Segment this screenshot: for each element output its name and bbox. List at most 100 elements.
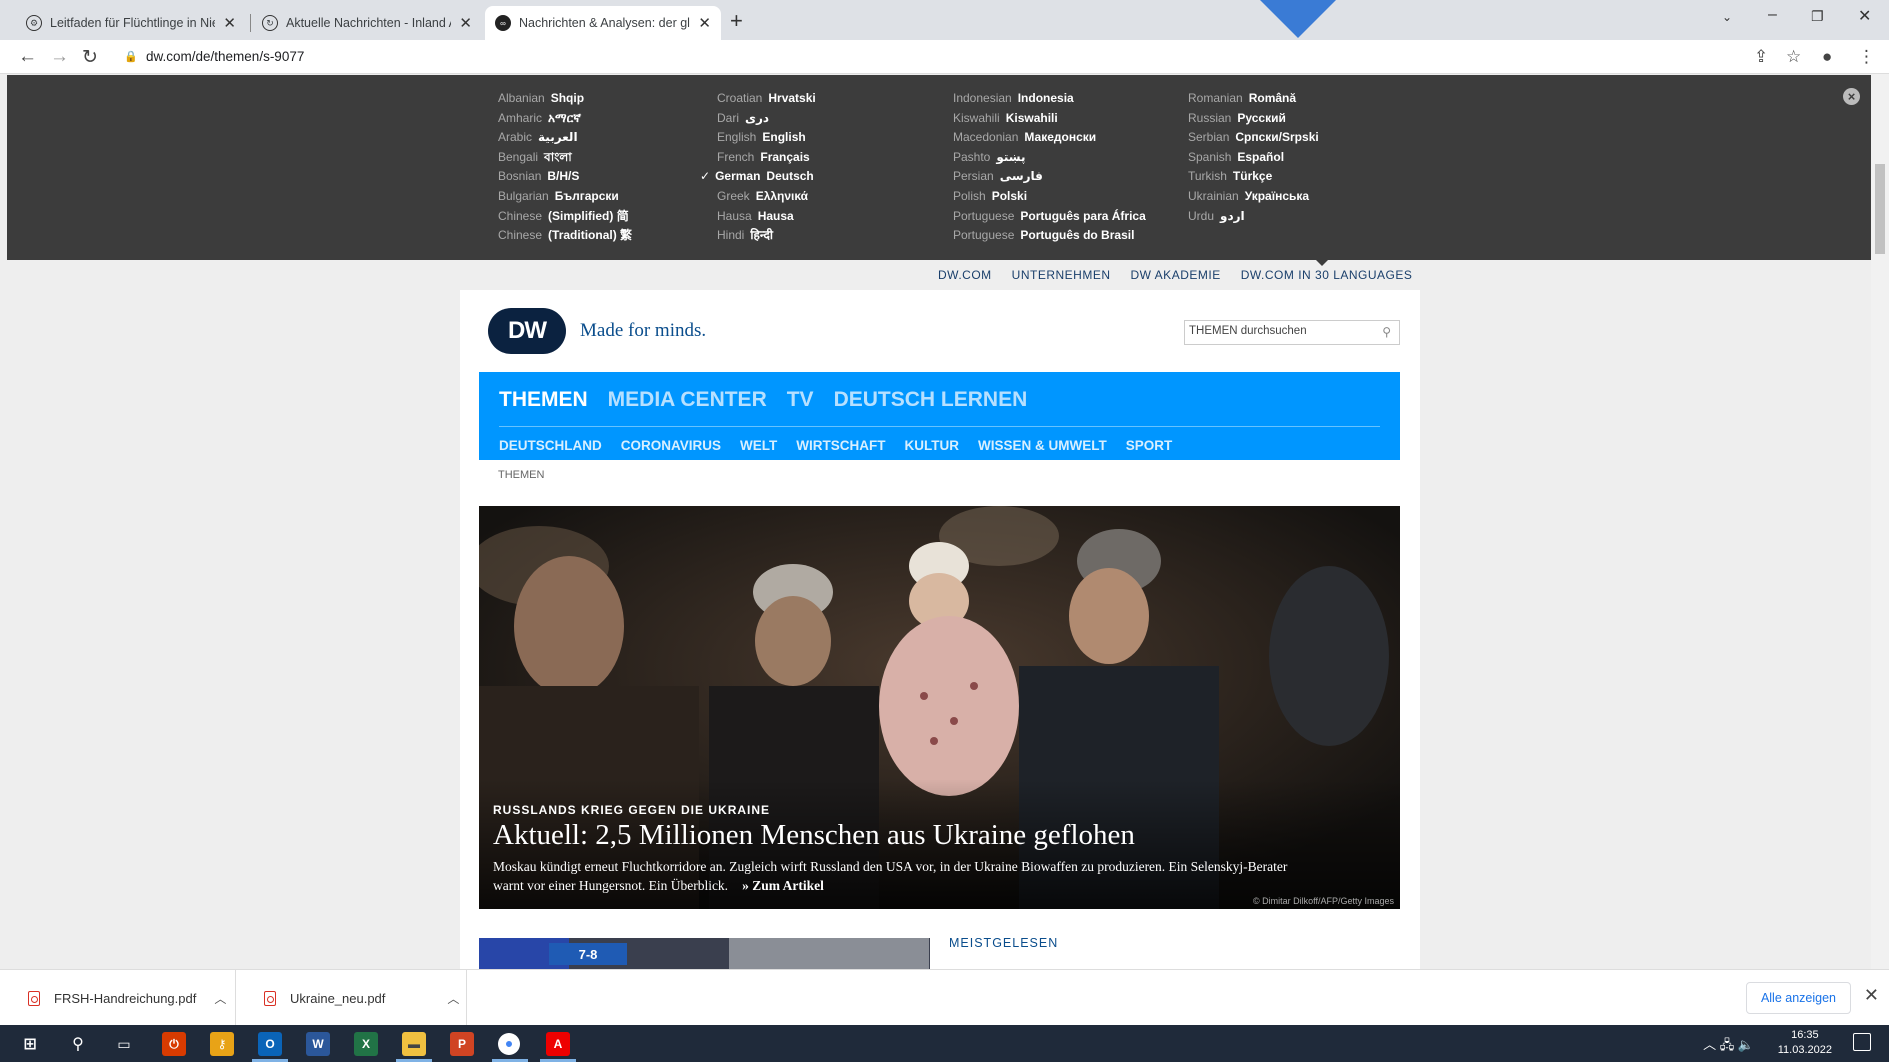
lock-icon[interactable]: 🔒: [124, 50, 138, 63]
nav-media-center[interactable]: MEDIA CENTER: [608, 388, 767, 412]
language-option[interactable]: Bulgarian Български: [498, 187, 632, 207]
page-scrollbar[interactable]: [1871, 74, 1889, 969]
notification-center-icon[interactable]: [1853, 1033, 1871, 1051]
language-option[interactable]: Indonesian Indonesia: [953, 89, 1146, 109]
acrobat-icon[interactable]: A: [546, 1032, 570, 1056]
profile-icon[interactable]: ●: [1822, 47, 1832, 67]
search-input[interactable]: THEMEN durchsuchen ⚲: [1184, 320, 1400, 345]
task-view-icon[interactable]: ▭: [112, 1032, 136, 1056]
search-icon[interactable]: ⚲: [1382, 325, 1391, 339]
hero-title[interactable]: Aktuell: 2,5 Millionen Menschen aus Ukra…: [493, 819, 1135, 852]
link-dw-akademie[interactable]: DW AKADEMIE: [1131, 268, 1221, 282]
language-option[interactable]: Bosnian B/H/S: [498, 167, 632, 187]
language-option[interactable]: Bengali বাংলা: [498, 148, 632, 168]
link-30-languages[interactable]: DW.COM IN 30 LANGUAGES: [1241, 268, 1413, 282]
download-filename: Ukraine_neu.pdf: [290, 990, 386, 1006]
language-option[interactable]: ✓ German Deutsch: [700, 167, 816, 187]
outlook-icon[interactable]: O: [258, 1032, 282, 1056]
app-key-icon[interactable]: ⚷: [210, 1032, 234, 1056]
language-option[interactable]: Pashto پښتو: [953, 148, 1146, 168]
forward-arrow-icon[interactable]: →: [50, 46, 69, 68]
subnav-coronavirus[interactable]: CORONAVIRUS: [621, 438, 721, 453]
search-icon[interactable]: ⚲: [66, 1032, 90, 1056]
subnav-sport[interactable]: SPORT: [1126, 438, 1173, 453]
new-tab-plus-icon[interactable]: +: [730, 8, 743, 34]
language-option[interactable]: Dari دری: [717, 109, 816, 129]
link-dw-com[interactable]: DW.COM: [938, 268, 992, 282]
language-option[interactable]: French Français: [717, 148, 816, 168]
hero-read-more-link[interactable]: » Zum Artikel: [742, 878, 824, 893]
subnav-wissen-umwelt[interactable]: WISSEN & UMWELT: [978, 438, 1107, 453]
back-arrow-icon[interactable]: ←: [18, 46, 37, 68]
language-option[interactable]: English English: [717, 128, 816, 148]
language-option[interactable]: Romanian Română: [1188, 89, 1319, 109]
reload-icon[interactable]: ↻: [82, 46, 98, 69]
subnav-wirtschaft[interactable]: WIRTSCHAFT: [796, 438, 885, 453]
browser-tab-1[interactable]: ⚙ Leitfaden für Flüchtlinge in Niede ✕: [16, 6, 246, 40]
secondary-article-thumbnail[interactable]: 7-8: [479, 938, 930, 970]
nav-deutsch-lernen[interactable]: DEUTSCH LERNEN: [834, 388, 1028, 412]
word-icon[interactable]: W: [306, 1032, 330, 1056]
tab-close-icon[interactable]: ✕: [459, 14, 472, 32]
language-option[interactable]: Russian Русский: [1188, 109, 1319, 129]
file-explorer-icon[interactable]: ▬: [402, 1032, 426, 1056]
window-close-icon[interactable]: ✕: [1858, 6, 1871, 26]
system-tray-icons[interactable]: ︿ 🖧 🔈: [1703, 1034, 1754, 1058]
bookmark-star-icon[interactable]: ☆: [1786, 47, 1801, 67]
language-option[interactable]: Persian فارسی: [953, 167, 1146, 187]
close-language-panel-icon[interactable]: ×: [1843, 88, 1860, 105]
scroll-thumb[interactable]: [1875, 164, 1885, 254]
language-option[interactable]: Kiswahili Kiswahili: [953, 109, 1146, 129]
excel-icon[interactable]: X: [354, 1032, 378, 1056]
chevron-up-icon[interactable]: ︿: [214, 990, 226, 1007]
subnav-welt[interactable]: WELT: [740, 438, 777, 453]
windows-start-icon[interactable]: ⊞: [18, 1032, 42, 1056]
restore-icon[interactable]: ❐: [1811, 8, 1824, 25]
close-downloads-icon[interactable]: ✕: [1864, 985, 1879, 1006]
language-option[interactable]: Ukrainian Українська: [1188, 187, 1319, 207]
language-option[interactable]: Hausa Hausa: [717, 207, 816, 227]
language-option[interactable]: Albanian Shqip: [498, 89, 632, 109]
nav-tv[interactable]: TV: [787, 388, 814, 412]
breadcrumb[interactable]: THEMEN: [498, 469, 544, 481]
powerpoint-icon[interactable]: P: [450, 1032, 474, 1056]
language-option[interactable]: Portuguese Português para África: [953, 207, 1146, 227]
app-red-icon[interactable]: ⏻: [162, 1032, 186, 1056]
language-option[interactable]: Chinese (Simplified) 简: [498, 207, 632, 227]
tab-close-icon[interactable]: ✕: [223, 14, 236, 32]
language-option[interactable]: Macedonian Македонски: [953, 128, 1146, 148]
browser-tab-3[interactable]: ∞ Nachrichten & Analysen: der glo ✕: [485, 6, 721, 40]
language-option[interactable]: Croatian Hrvatski: [717, 89, 816, 109]
show-all-downloads-button[interactable]: Alle anzeigen: [1745, 982, 1851, 1014]
nav-themen[interactable]: THEMEN: [499, 388, 588, 412]
language-option[interactable]: Greek Ελληνικά: [717, 187, 816, 207]
tab-search-chevron-icon[interactable]: ⌄: [1722, 10, 1732, 24]
download-item-2[interactable]: Ukraine_neu.pdf ︿: [236, 970, 467, 1026]
share-icon[interactable]: ⇪: [1754, 47, 1768, 67]
language-option[interactable]: Arabic العربية: [498, 128, 632, 148]
language-option[interactable]: Serbian Српски/Srpski: [1188, 128, 1319, 148]
language-option[interactable]: Chinese (Traditional) 繁: [498, 226, 632, 246]
dw-logo[interactable]: DW: [488, 308, 566, 354]
chrome-icon[interactable]: [498, 1033, 520, 1055]
taskbar-clock[interactable]: 16:35 11.03.2022: [1778, 1028, 1832, 1058]
link-unternehmen[interactable]: UNTERNEHMEN: [1012, 268, 1111, 282]
menu-kebab-icon[interactable]: ⋮: [1858, 47, 1875, 67]
language-option[interactable]: Urdu اردو: [1188, 207, 1319, 227]
hero-kicker[interactable]: RUSSLANDS KRIEG GEGEN DIE UKRAINE: [493, 803, 770, 817]
browser-tab-2[interactable]: ↻ Aktuelle Nachrichten - Inland Au ✕: [252, 6, 482, 40]
minimize-icon[interactable]: –: [1768, 6, 1777, 24]
subnav-kultur[interactable]: KULTUR: [905, 438, 960, 453]
language-option[interactable]: Hindi हिन्दी: [717, 226, 816, 246]
url-field[interactable]: dw.com/de/themen/s-9077: [146, 49, 304, 64]
chevron-up-icon[interactable]: ︿: [447, 990, 459, 1007]
language-option[interactable]: Polish Polski: [953, 187, 1146, 207]
language-option[interactable]: Portuguese Português do Brasil: [953, 226, 1146, 246]
language-option[interactable]: Turkish Türkçe: [1188, 167, 1319, 187]
download-item-1[interactable]: FRSH-Handreichung.pdf ︿: [0, 970, 236, 1026]
hero-article[interactable]: RUSSLANDS KRIEG GEGEN DIE UKRAINE Aktuel…: [479, 506, 1400, 909]
language-option[interactable]: Amharic አማርኛ: [498, 109, 632, 129]
tab-close-icon[interactable]: ✕: [698, 14, 711, 32]
language-option[interactable]: Spanish Español: [1188, 148, 1319, 168]
subnav-deutschland[interactable]: DEUTSCHLAND: [499, 438, 602, 453]
